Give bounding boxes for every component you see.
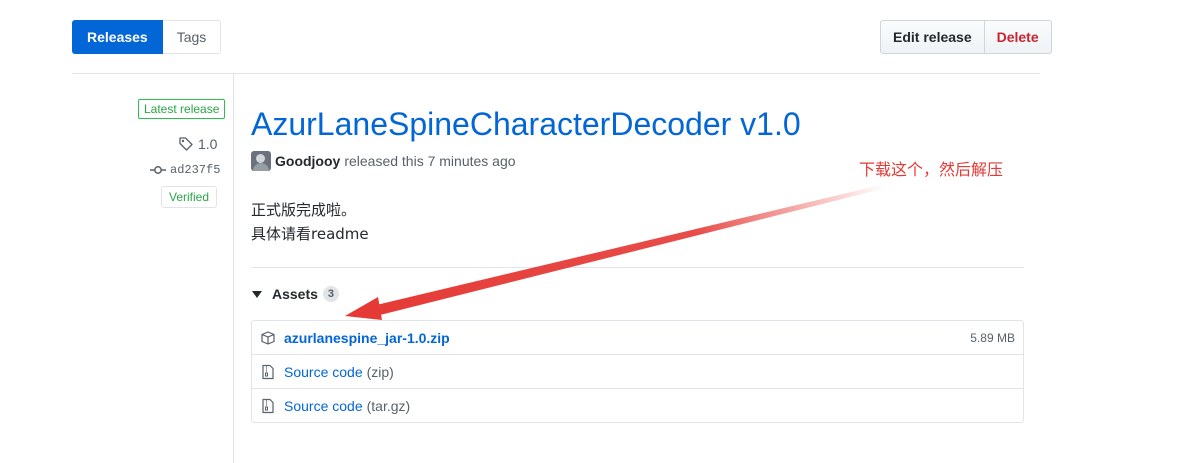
git-commit-icon bbox=[150, 164, 166, 176]
asset-format: (zip) bbox=[366, 363, 394, 380]
file-zip-icon bbox=[260, 364, 276, 380]
release-time: released this 7 minutes ago bbox=[344, 153, 516, 169]
meta-column-divider bbox=[233, 74, 234, 463]
release-actions: Edit release Delete bbox=[880, 20, 1052, 54]
author-link[interactable]: Goodjooy bbox=[275, 153, 340, 169]
release-notes-line: 具体请看readme bbox=[251, 225, 369, 243]
tab-tags[interactable]: Tags bbox=[162, 20, 222, 54]
asset-download-link[interactable]: azurlanespine_jar-1.0.zip bbox=[284, 330, 450, 346]
asset-name: Source code bbox=[284, 397, 363, 414]
asset-row: azurlanespine_jar-1.0.zip 5.89 MB bbox=[252, 321, 1023, 355]
source-code-zip-link[interactable]: Source code (zip) bbox=[284, 364, 394, 380]
assets-label: Assets bbox=[272, 286, 318, 302]
source-code-targz-link[interactable]: Source code (tar.gz) bbox=[284, 398, 410, 414]
latest-release-badge: Latest release bbox=[138, 99, 226, 119]
header-divider bbox=[72, 73, 1040, 74]
package-icon bbox=[260, 330, 276, 346]
tag-icon bbox=[178, 136, 194, 152]
assets-count: 3 bbox=[322, 286, 340, 302]
asset-format: (tar.gz) bbox=[366, 397, 411, 414]
edit-release-button[interactable]: Edit release bbox=[880, 20, 985, 54]
assets-toggle[interactable]: Assets 3 bbox=[251, 286, 340, 302]
asset-name: Source code bbox=[284, 363, 363, 380]
release-tabnav: Releases Tags bbox=[72, 20, 222, 54]
annotation-note: 下载这个，然后解压 bbox=[859, 160, 1004, 179]
release-commit[interactable]: ad237f5 bbox=[150, 163, 220, 177]
verified-badge[interactable]: Verified bbox=[161, 186, 218, 208]
tag-name: 1.0 bbox=[198, 136, 218, 152]
release-byline: Goodjooy released this 7 minutes ago bbox=[251, 151, 516, 171]
release-title[interactable]: AzurLaneSpineCharacterDecoder v1.0 bbox=[251, 106, 801, 143]
asset-size: 5.89 MB bbox=[970, 330, 1015, 345]
tab-releases[interactable]: Releases bbox=[72, 20, 163, 54]
asset-row: Source code (zip) bbox=[252, 355, 1023, 389]
assets-divider bbox=[251, 267, 1024, 268]
asset-row: Source code (tar.gz) bbox=[252, 389, 1023, 422]
file-zip-icon bbox=[260, 398, 276, 414]
avatar[interactable] bbox=[251, 151, 271, 171]
release-tag[interactable]: 1.0 bbox=[178, 136, 217, 152]
triangle-down-icon bbox=[252, 290, 262, 298]
assets-list: azurlanespine_jar-1.0.zip 5.89 MB Source… bbox=[251, 320, 1024, 423]
release-notes-line: 正式版完成啦。 bbox=[251, 201, 357, 219]
commit-sha: ad237f5 bbox=[170, 163, 221, 177]
delete-release-button[interactable]: Delete bbox=[984, 20, 1052, 54]
